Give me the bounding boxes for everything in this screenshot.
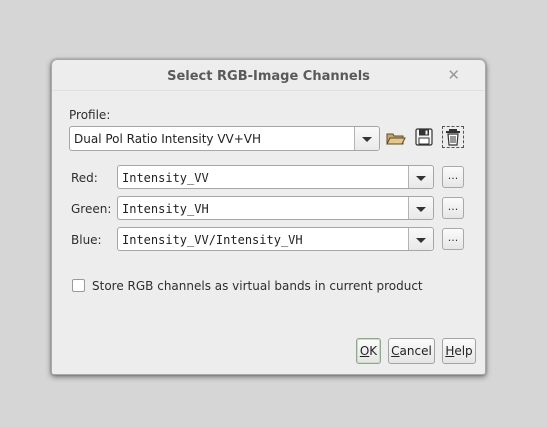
- red-browse-button[interactable]: ...: [442, 166, 464, 188]
- help-mnemonic: H: [445, 344, 455, 358]
- blue-channel-value: Intensity_VV/Intensity_VH: [122, 233, 303, 247]
- green-channel-value: Intensity_VH: [122, 202, 209, 216]
- green-browse-button[interactable]: ...: [442, 197, 464, 219]
- blue-label: Blue:: [71, 233, 102, 247]
- rgb-channels-dialog: Select RGB-Image Channels ✕ Profile: Dua…: [51, 59, 486, 375]
- blue-channel-dropdown[interactable]: Intensity_VV/Intensity_VH: [117, 227, 434, 251]
- delete-trash-icon[interactable]: [442, 126, 464, 148]
- red-channel-value: Intensity_VV: [122, 171, 209, 185]
- chevron-down-icon[interactable]: [408, 197, 433, 219]
- open-folder-icon[interactable]: [386, 128, 406, 148]
- cancel-mnemonic: C: [391, 344, 400, 358]
- help-label: elp: [454, 344, 473, 358]
- chevron-down-icon[interactable]: [408, 166, 433, 188]
- cancel-button[interactable]: Cancel: [388, 338, 435, 364]
- ok-button[interactable]: OK: [356, 338, 381, 364]
- green-channel-dropdown[interactable]: Intensity_VH: [117, 196, 434, 220]
- save-disk-icon[interactable]: [414, 127, 434, 147]
- dialog-titlebar[interactable]: Select RGB-Image Channels ✕: [52, 60, 485, 92]
- virtual-bands-checkbox[interactable]: [72, 279, 85, 292]
- title-separator: [52, 90, 485, 91]
- ok-mnemonic: O: [359, 344, 370, 358]
- profile-dropdown[interactable]: Dual Pol Ratio Intensity VV+VH: [69, 126, 380, 151]
- red-label: Red:: [71, 171, 98, 185]
- help-button[interactable]: Help: [442, 338, 476, 364]
- close-icon[interactable]: ✕: [447, 66, 460, 84]
- chevron-down-icon[interactable]: [354, 127, 379, 150]
- red-channel-dropdown[interactable]: Intensity_VV: [117, 165, 434, 189]
- profile-label: Profile:: [69, 108, 111, 122]
- green-label: Green:: [71, 202, 112, 216]
- profile-value: Dual Pol Ratio Intensity VV+VH: [74, 132, 262, 146]
- cancel-label: ancel: [399, 344, 432, 358]
- blue-browse-button[interactable]: ...: [442, 228, 464, 250]
- dialog-title: Select RGB-Image Channels: [167, 69, 370, 84]
- ok-label: K: [369, 344, 378, 358]
- chevron-down-icon[interactable]: [408, 228, 433, 250]
- virtual-bands-label[interactable]: Store RGB channels as virtual bands in c…: [92, 279, 423, 293]
